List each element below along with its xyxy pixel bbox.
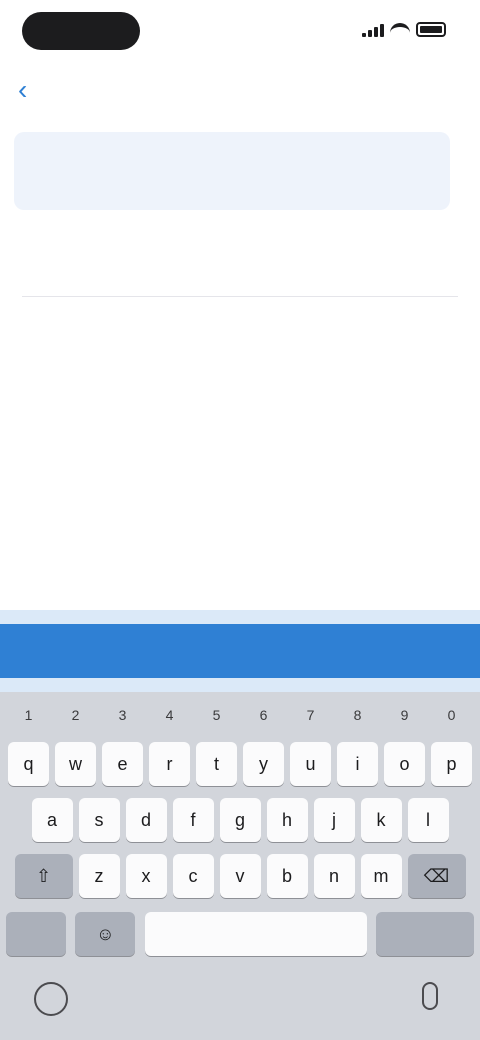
key-e[interactable]: e <box>102 742 143 786</box>
number-hint: 3 <box>118 707 127 723</box>
number-hint: 9 <box>400 707 409 723</box>
key-s[interactable]: s <box>78 798 120 842</box>
key-l[interactable]: l <box>407 798 449 842</box>
key-g[interactable]: g <box>219 798 261 842</box>
key-w[interactable]: w <box>55 742 96 786</box>
key-z[interactable]: z <box>78 854 120 898</box>
key-q[interactable]: q <box>8 742 49 786</box>
number-hint: 7 <box>306 707 315 723</box>
key-y[interactable]: y <box>243 742 284 786</box>
key-d[interactable]: d <box>125 798 167 842</box>
number-hint: 5 <box>212 707 221 723</box>
key-v[interactable]: v <box>219 854 261 898</box>
emoji-key[interactable]: ☺ <box>75 912 136 956</box>
key-h[interactable]: h <box>266 798 308 842</box>
navigation-bar: ‹ <box>0 62 480 114</box>
key-x[interactable]: x <box>125 854 167 898</box>
globe-icon[interactable] <box>34 982 68 1016</box>
keyboard-number-hint-row: 1 2 3 4 5 6 7 8 9 0 <box>0 700 480 730</box>
number-hint: 1 <box>24 707 33 723</box>
primary-action-button[interactable] <box>0 624 480 678</box>
key-u[interactable]: u <box>290 742 331 786</box>
status-time-pill <box>22 12 140 50</box>
keyboard-bottom-bar <box>0 974 480 1034</box>
number-hint: 2 <box>71 707 80 723</box>
text-input[interactable] <box>22 230 422 264</box>
chevron-left-icon: ‹ <box>18 74 28 105</box>
status-icons <box>362 22 446 37</box>
numbers-key[interactable] <box>6 912 66 956</box>
key-i[interactable]: i <box>337 742 378 786</box>
input-divider <box>22 296 458 297</box>
key-j[interactable]: j <box>313 798 355 842</box>
key-n[interactable]: n <box>313 854 355 898</box>
keyboard-row-1: q w e r t y u i o p <box>0 742 480 786</box>
number-hint: 6 <box>259 707 268 723</box>
on-screen-keyboard: 1 2 3 4 5 6 7 8 9 0 q w e r t y u i o p … <box>0 692 480 1040</box>
space-key[interactable] <box>144 912 367 956</box>
keyboard-row-3: ⇧ z x c v b n m ⌫ <box>0 854 480 898</box>
key-p[interactable]: p <box>431 742 472 786</box>
key-f[interactable]: f <box>172 798 214 842</box>
battery-icon <box>416 22 446 37</box>
shift-key[interactable]: ⇧ <box>14 854 73 898</box>
number-hint: 0 <box>447 707 456 723</box>
delete-key[interactable]: ⌫ <box>407 854 466 898</box>
key-m[interactable]: m <box>360 854 402 898</box>
key-a[interactable]: a <box>31 798 73 842</box>
number-hint: 8 <box>353 707 362 723</box>
status-bar <box>0 0 480 62</box>
key-b[interactable]: b <box>266 854 308 898</box>
back-button[interactable]: ‹ <box>18 72 54 108</box>
shift-icon: ⇧ <box>35 865 52 886</box>
number-hint: 4 <box>165 707 174 723</box>
return-key[interactable] <box>375 912 474 956</box>
cellular-signal-icon <box>362 23 384 37</box>
microphone-icon[interactable] <box>422 982 438 1010</box>
key-c[interactable]: c <box>172 854 214 898</box>
delete-icon: ⌫ <box>423 865 450 886</box>
summary-card <box>14 132 450 210</box>
keyboard-row-4: ☺ <box>0 912 480 956</box>
key-k[interactable]: k <box>360 798 402 842</box>
key-o[interactable]: o <box>384 742 425 786</box>
key-r[interactable]: r <box>149 742 190 786</box>
key-t[interactable]: t <box>196 742 237 786</box>
wifi-icon <box>390 22 410 37</box>
emoji-icon: ☺ <box>96 923 115 944</box>
keyboard-row-2: a s d f g h j k l <box>0 798 480 842</box>
